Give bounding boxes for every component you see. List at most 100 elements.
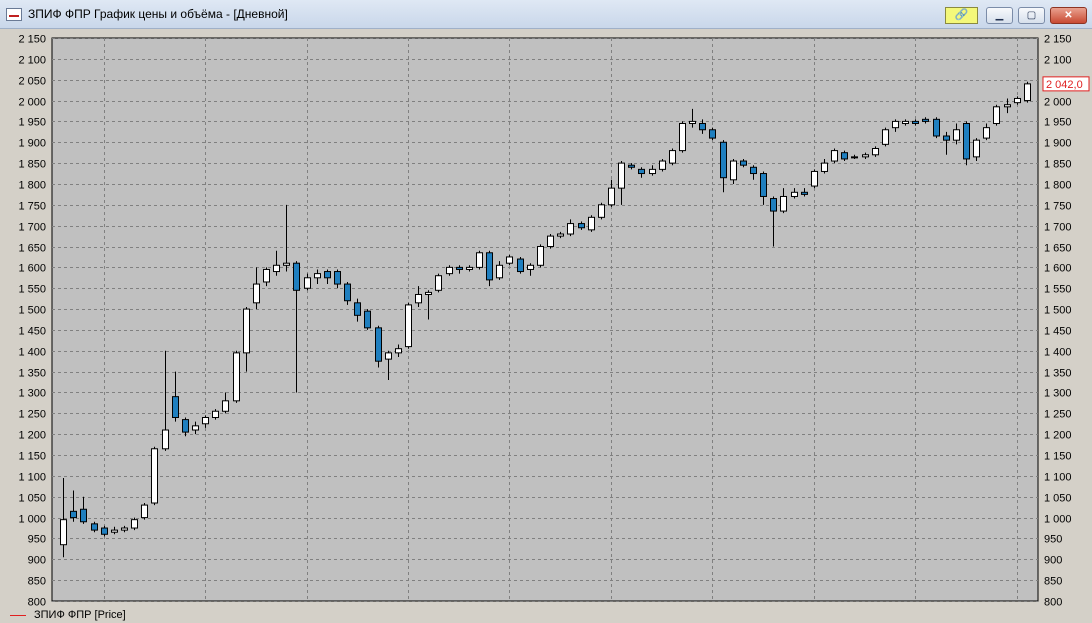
candle-body (486, 252, 493, 281)
y-tick-label-left: 2 050 (18, 76, 46, 88)
maximize-button[interactable]: ▢ (1018, 7, 1045, 24)
candle-body (801, 191, 808, 195)
candle-body (101, 527, 108, 535)
candle-body (689, 120, 696, 124)
y-tick-label-left: 2 000 (18, 97, 46, 109)
candle-body (466, 266, 473, 270)
y-tick-label-right: 800 (1044, 597, 1062, 609)
y-tick-label-right: 850 (1044, 576, 1062, 588)
candle-body (385, 352, 392, 360)
window-titlebar: ЗПИФ ФПР График цены и объёма - [Дневной… (0, 0, 1092, 29)
y-tick-label-right: 1 400 (1044, 347, 1072, 359)
y-tick-label-left: 1 450 (18, 326, 46, 338)
candle-body (933, 118, 940, 137)
candle-body (730, 160, 737, 181)
candle-body (770, 198, 777, 212)
candle-body (293, 262, 300, 291)
candle-body (151, 448, 158, 504)
price-chart[interactable]: 2 1502 1502 1002 1002 0502 0502 0002 000… (0, 29, 1092, 623)
y-tick-label-right: 950 (1044, 534, 1062, 546)
y-tick-label-right: 1 150 (1044, 451, 1072, 463)
candle-body (709, 129, 716, 139)
candle-body (324, 271, 331, 279)
y-tick-label-right: 900 (1044, 555, 1062, 567)
candle-body (1014, 97, 1021, 104)
y-tick-label-right: 2 100 (1044, 55, 1072, 67)
y-tick-label-right: 1 750 (1044, 201, 1072, 213)
candle-body (70, 510, 77, 519)
y-tick-label-right: 1 000 (1044, 514, 1072, 526)
y-tick-label-left: 1 100 (18, 472, 46, 484)
candle-body (669, 150, 676, 164)
candle-body (446, 266, 453, 275)
y-tick-label-left: 1 150 (18, 451, 46, 463)
y-tick-label-left: 1 900 (18, 138, 46, 150)
candle-body (557, 233, 564, 237)
candle-body (364, 310, 371, 329)
candle-body (314, 273, 321, 279)
candle-body (841, 152, 848, 160)
candle-body (1004, 104, 1011, 108)
candle-body (283, 262, 290, 266)
chart-app-icon (6, 8, 22, 21)
y-tick-label-right: 1 550 (1044, 284, 1072, 296)
candle-body (304, 277, 311, 289)
y-tick-label-left: 1 550 (18, 284, 46, 296)
candle-body (131, 519, 138, 529)
candle-body (993, 106, 1000, 124)
candle-body (699, 122, 706, 131)
candle-body (821, 162, 828, 172)
candle-body (963, 122, 970, 160)
candle-body (243, 308, 250, 354)
candle-body (791, 191, 798, 197)
y-tick-label-left: 2 150 (18, 34, 46, 46)
candle-body (425, 291, 432, 295)
candle-body (578, 223, 585, 229)
price-chart-svg: 2 1502 1502 1002 1002 0502 0502 0002 000… (0, 29, 1092, 623)
y-tick-label-left: 900 (28, 555, 46, 567)
y-tick-label-right: 1 800 (1044, 180, 1072, 192)
y-tick-label-left: 2 100 (18, 55, 46, 67)
y-tick-label-right: 1 050 (1044, 493, 1072, 505)
candle-body (233, 352, 240, 402)
candle-body (192, 425, 199, 431)
candle-body (527, 264, 534, 270)
y-tick-label-left: 1 750 (18, 201, 46, 213)
y-tick-label-right: 2 150 (1044, 34, 1072, 46)
candle-body (679, 122, 686, 152)
last-price-label: 2 042,0 (1046, 79, 1083, 91)
y-tick-label-right: 1 250 (1044, 409, 1072, 421)
y-tick-label-left: 1 350 (18, 368, 46, 380)
candle-body (537, 246, 544, 266)
candle-body (912, 120, 919, 124)
y-tick-label-right: 1 600 (1044, 263, 1072, 275)
candle-body (435, 275, 442, 291)
y-tick-label-right: 1 650 (1044, 243, 1072, 255)
y-tick-label-right: 1 950 (1044, 117, 1072, 129)
candle-body (973, 139, 980, 158)
candle-body (750, 166, 757, 175)
y-tick-label-left: 1 600 (18, 263, 46, 275)
candle-body (80, 508, 87, 523)
candle-body (740, 160, 747, 166)
legend-label: ЗПИФ ФПР [Price] (34, 609, 126, 621)
candle-body (111, 529, 118, 533)
candle-body (405, 304, 412, 348)
link-button[interactable]: 🔗 (945, 7, 978, 24)
y-tick-label-left: 1 800 (18, 180, 46, 192)
y-tick-label-left: 1 400 (18, 347, 46, 359)
legend-swatch (10, 614, 26, 616)
minimize-button[interactable]: ▁ (986, 7, 1013, 24)
y-tick-label-right: 1 500 (1044, 305, 1072, 317)
candle-body (720, 141, 727, 179)
candle-body (182, 419, 189, 433)
y-tick-label-left: 1 050 (18, 493, 46, 505)
candle-body (851, 156, 858, 159)
close-button[interactable]: ✕ (1050, 7, 1087, 24)
candle-body (395, 348, 402, 354)
y-tick-label-left: 1 300 (18, 388, 46, 400)
candle-body (476, 252, 483, 268)
candle-body (202, 417, 209, 425)
candle-body (547, 235, 554, 248)
chart-legend: ЗПИФ ФПР [Price] (10, 609, 126, 621)
